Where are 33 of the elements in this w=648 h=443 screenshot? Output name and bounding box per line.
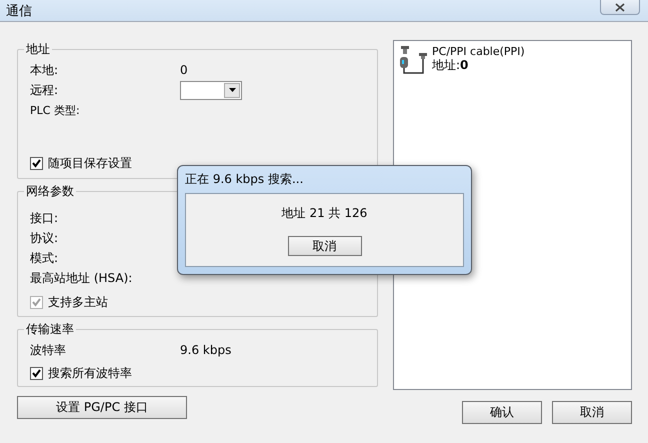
hsa-label: 最高站地址 (HSA): xyxy=(30,270,134,286)
device-address-label: 地址: xyxy=(432,56,460,74)
interface-label: 接口: xyxy=(30,210,60,226)
checkbox-label: 搜索所有波特率 xyxy=(48,364,132,382)
confirm-button[interactable]: 确认 xyxy=(462,401,542,424)
remote-label: 远程: xyxy=(30,82,60,98)
remote-dropdown[interactable] xyxy=(180,80,242,100)
group-title: 传输速率 xyxy=(25,321,75,338)
local-label: 本地: xyxy=(30,62,60,78)
baud-value: 9.6 kbps xyxy=(180,343,232,357)
checkbox-label: 随项目保存设置 xyxy=(48,154,132,172)
device-name: PC/PPI cable(PPI) xyxy=(432,45,525,58)
cancel-button[interactable]: 取消 xyxy=(552,401,632,424)
device-address-value: 0 xyxy=(460,58,468,72)
dialog-title: 正在 9.6 kbps 搜索... xyxy=(185,171,304,188)
mode-label: 模式: xyxy=(30,250,60,266)
baud-label: 波特率 xyxy=(30,342,67,358)
plc-type-label: PLC 类型: xyxy=(30,102,81,118)
progress-text: 地址 21 共 126 xyxy=(282,205,368,222)
close-icon xyxy=(615,2,625,12)
checkbox[interactable] xyxy=(30,156,43,170)
close-button[interactable] xyxy=(600,0,640,15)
checkbox[interactable] xyxy=(30,366,43,380)
local-value: 0 xyxy=(180,63,188,77)
window-title: 通信 xyxy=(6,2,32,20)
checkbox-label: 支持多主站 xyxy=(48,294,108,310)
setup-pgpc-button[interactable]: 设置 PG/PC 接口 xyxy=(17,396,187,419)
group-title: 网络参数 xyxy=(25,183,75,200)
protocol-label: 协议: xyxy=(30,230,60,246)
group-title: 地址 xyxy=(25,41,51,58)
cancel-button[interactable]: 取消 xyxy=(288,236,362,256)
caret-icon xyxy=(228,88,236,92)
cable-icon xyxy=(398,45,428,77)
